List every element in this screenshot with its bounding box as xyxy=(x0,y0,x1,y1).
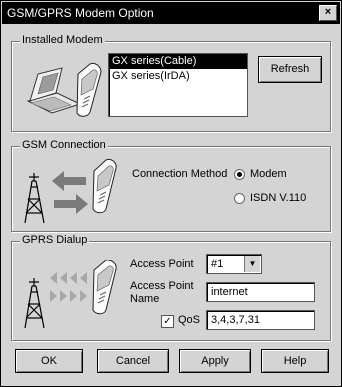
phone-icon xyxy=(76,63,102,117)
installed-modem-group: Installed Modem GX series(Cable) GX seri… xyxy=(11,34,331,132)
access-point-name-label-line2: Name xyxy=(130,293,160,305)
connection-method-label: Connection Method xyxy=(132,168,228,180)
installed-modem-label: Installed Modem xyxy=(20,34,105,46)
refresh-button[interactable]: Refresh xyxy=(258,56,322,83)
isdn-radio[interactable] xyxy=(234,193,245,204)
antenna-tower-icon xyxy=(24,173,45,224)
modem-list-item-irda[interactable]: GX series(IrDA) xyxy=(109,69,247,84)
qos-field[interactable]: 3,4,3,7,31 xyxy=(206,310,315,330)
refresh-button-label: Refresh xyxy=(270,63,310,75)
access-point-name-value: internet xyxy=(211,286,248,298)
gprs-illustration xyxy=(24,260,117,329)
gsm-illustration xyxy=(24,159,117,224)
modem-list-item-cable[interactable]: GX series(Cable) xyxy=(109,54,247,69)
gsm-connection-group: GSM Connection Connection Method Modem I… xyxy=(11,139,331,232)
access-point-select[interactable]: #1 ▼ xyxy=(206,254,262,274)
gsm-gprs-modem-option-dialog: GSM/GPRS Modem Option × Installed Modem … xyxy=(0,0,342,387)
qos-label[interactable]: QoS xyxy=(178,314,200,326)
cancel-button[interactable]: Cancel xyxy=(97,349,169,373)
qos-checkbox[interactable]: ✓ xyxy=(161,315,174,328)
access-point-value: #1 xyxy=(211,258,224,270)
apply-button-label: Apply xyxy=(201,355,229,367)
phone-icon xyxy=(92,260,117,315)
modem-radio-label[interactable]: Modem xyxy=(250,168,287,180)
window-title: GSM/GPRS Modem Option xyxy=(7,6,154,20)
cancel-button-label: Cancel xyxy=(115,355,151,367)
phone-icon xyxy=(92,159,117,214)
help-button-label: Help xyxy=(283,355,307,367)
laptop-phone-illustration xyxy=(26,63,102,117)
modem-list[interactable]: GX series(Cable) GX series(IrDA) xyxy=(108,53,248,117)
close-button[interactable]: × xyxy=(319,5,337,21)
check-icon: ✓ xyxy=(163,316,172,327)
access-point-name-field[interactable]: internet xyxy=(206,282,315,302)
ok-button-label: OK xyxy=(41,355,57,367)
arrows-icon xyxy=(52,171,88,214)
access-point-name-label-line1: Access Point xyxy=(130,280,194,292)
qos-value: 3,4,3,7,31 xyxy=(211,314,260,326)
arrows-icon xyxy=(50,272,87,302)
antenna-tower-icon xyxy=(24,278,45,329)
title-bar[interactable]: GSM/GPRS Modem Option × xyxy=(2,2,340,24)
modem-radio[interactable] xyxy=(234,169,245,180)
laptop-icon xyxy=(26,67,82,114)
isdn-radio-label[interactable]: ISDN V.110 xyxy=(250,192,306,204)
gprs-dialup-group: GPRS Dialup Access Point #1 ▼ Access Poi… xyxy=(11,234,331,341)
gsm-connection-label: GSM Connection xyxy=(20,139,108,151)
down-arrow-icon[interactable]: ▼ xyxy=(244,256,260,272)
help-button[interactable]: Help xyxy=(261,349,329,373)
close-icon: × xyxy=(324,6,332,18)
access-point-label: Access Point xyxy=(130,258,194,270)
ok-button[interactable]: OK xyxy=(15,349,83,373)
gprs-dialup-label: GPRS Dialup xyxy=(20,234,90,246)
apply-button[interactable]: Apply xyxy=(179,349,251,373)
